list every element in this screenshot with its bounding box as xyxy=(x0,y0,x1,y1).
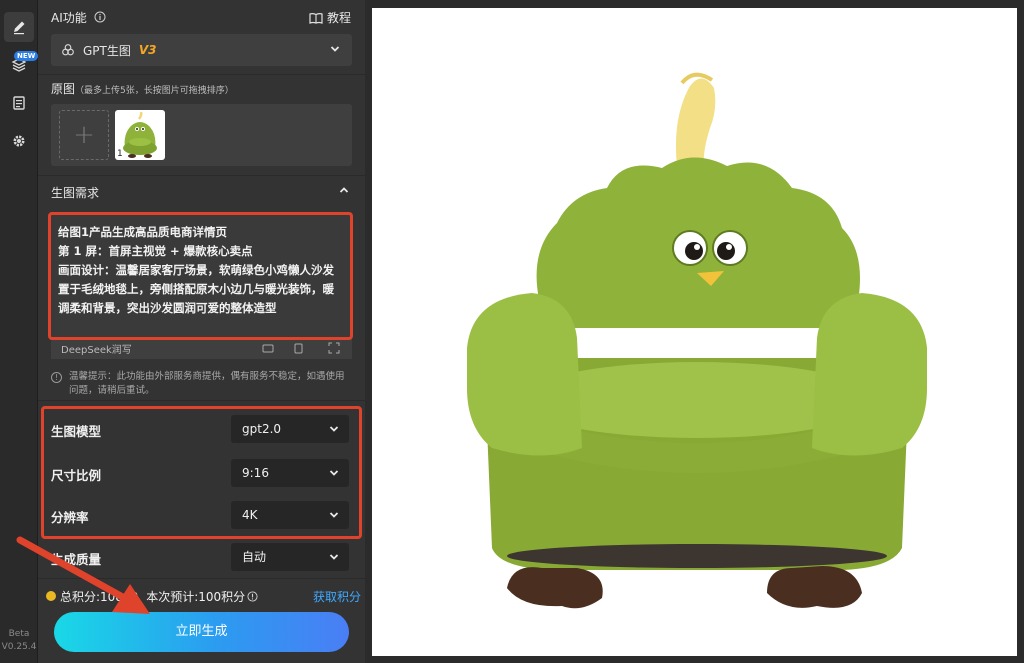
info-icon[interactable] xyxy=(247,590,258,602)
divider xyxy=(38,578,365,579)
settings-panel: AI功能 教程 GPT生图 V3 原图（最多上传5张，长按图片可拖拽排序） + xyxy=(38,0,365,663)
document-icon[interactable] xyxy=(4,88,34,118)
gear-icon[interactable] xyxy=(4,126,34,156)
requirement-section-title: 生图需求 xyxy=(51,186,100,200)
warm-tip: ! 温馨提示：此功能由外部服务商提供，偶有服务不稳定，如遇使用问题，请稍后重试。 xyxy=(51,370,351,398)
chevron-down-icon xyxy=(330,46,340,52)
total-points: 总积分:10800 xyxy=(60,589,139,604)
estimated-points: 本次预计:100积分 xyxy=(146,589,246,604)
model-logo-icon xyxy=(62,44,74,56)
setting-row-quality: 生成质量 自动 xyxy=(48,539,349,575)
ai-feature-title: AI功能 xyxy=(51,9,106,26)
expand-icon[interactable] xyxy=(328,342,340,354)
magic-icon[interactable] xyxy=(262,342,274,354)
thumbnail-index: 1 xyxy=(117,149,123,159)
setting-row-ratio: 尺寸比例 9:16 xyxy=(48,455,349,491)
beta-label: Beta xyxy=(8,629,30,639)
prompt-text[interactable]: 给图1产品生成高品质电商详情页 第 1 屏：首屏主视觉 + 爆款核心卖点 画面设… xyxy=(58,223,343,318)
source-title: 原图 xyxy=(51,82,76,96)
model-version: V3 xyxy=(138,43,157,57)
pen-icon[interactable] xyxy=(4,12,34,42)
chevron-down-icon xyxy=(329,512,339,518)
preview-area xyxy=(365,0,1024,663)
source-thumbnail[interactable]: 1 xyxy=(115,110,165,160)
book-icon xyxy=(309,12,323,24)
plus-icon: + xyxy=(73,120,95,150)
coin-icon xyxy=(46,591,56,601)
divider xyxy=(38,400,365,401)
points-row: 总积分:10800 本次预计:100积分 获取积分 xyxy=(46,587,361,605)
setting-value: gpt2.0 xyxy=(242,422,282,436)
setting-row-resolution: 分辨率 4K xyxy=(48,497,349,533)
chevron-down-icon xyxy=(329,470,339,476)
upload-area: + 1 xyxy=(51,104,352,166)
tutorial-label: 教程 xyxy=(326,11,351,25)
setting-value: 9:16 xyxy=(242,466,269,480)
new-badge: NEW xyxy=(14,51,39,61)
get-points-link[interactable]: 获取积分 xyxy=(313,588,361,605)
source-hint: （最多上传5张，长按图片可拖拽排序） xyxy=(75,86,234,96)
chevron-down-icon xyxy=(329,554,339,560)
generate-button[interactable]: 立即生成 xyxy=(54,612,349,652)
ai-feature-title-text: AI功能 xyxy=(51,11,87,25)
prompt-textarea[interactable]: 给图1产品生成高品质电商详情页 第 1 屏：首屏主视觉 + 爆款核心卖点 画面设… xyxy=(48,212,353,340)
chevron-down-icon xyxy=(329,426,339,432)
app-window: NEW Beta V0.25.4 AI功能 教程 GPT生图 V3 原图（最多上… xyxy=(0,0,1024,663)
deepseek-rewrite-button[interactable]: DeepSeek润写 xyxy=(61,341,132,356)
tip-text: 温馨提示：此功能由外部服务商提供，偶有服务不稳定，如遇使用问题，请稍后重试。 xyxy=(69,371,345,396)
info-icon: ! xyxy=(51,372,62,383)
version-label: V0.25.4 xyxy=(1,642,37,652)
copy-icon[interactable] xyxy=(292,342,304,354)
resolution-select[interactable]: 4K xyxy=(231,501,349,529)
deepseek-toolbar: DeepSeek润写 xyxy=(51,337,352,359)
setting-label: 生成质量 xyxy=(51,552,102,567)
source-section-title: 原图（最多上传5张，长按图片可拖拽排序） xyxy=(51,80,234,97)
setting-value: 自动 xyxy=(242,550,267,564)
preview-canvas[interactable] xyxy=(372,8,1017,656)
tool-rail: NEW Beta V0.25.4 xyxy=(0,0,39,663)
aspect-ratio-select[interactable]: 9:16 xyxy=(231,459,349,487)
info-icon[interactable] xyxy=(94,11,106,23)
model-select[interactable]: GPT生图 V3 xyxy=(51,34,352,66)
setting-value: 4K xyxy=(242,508,258,522)
model-name: GPT生图 xyxy=(83,43,131,58)
divider xyxy=(38,175,365,176)
divider xyxy=(38,74,365,75)
quality-select[interactable]: 自动 xyxy=(231,543,349,571)
setting-label: 尺寸比例 xyxy=(51,468,102,483)
chevron-up-icon[interactable] xyxy=(339,185,349,195)
tutorial-link[interactable]: 教程 xyxy=(309,9,351,26)
chick-sofa-image xyxy=(467,72,927,609)
model-version-select[interactable]: gpt2.0 xyxy=(231,415,349,443)
setting-row-model: 生图模型 gpt2.0 xyxy=(48,411,349,447)
add-image-button[interactable]: + xyxy=(59,110,109,160)
setting-label: 生图模型 xyxy=(51,424,102,439)
setting-label: 分辨率 xyxy=(51,510,89,525)
